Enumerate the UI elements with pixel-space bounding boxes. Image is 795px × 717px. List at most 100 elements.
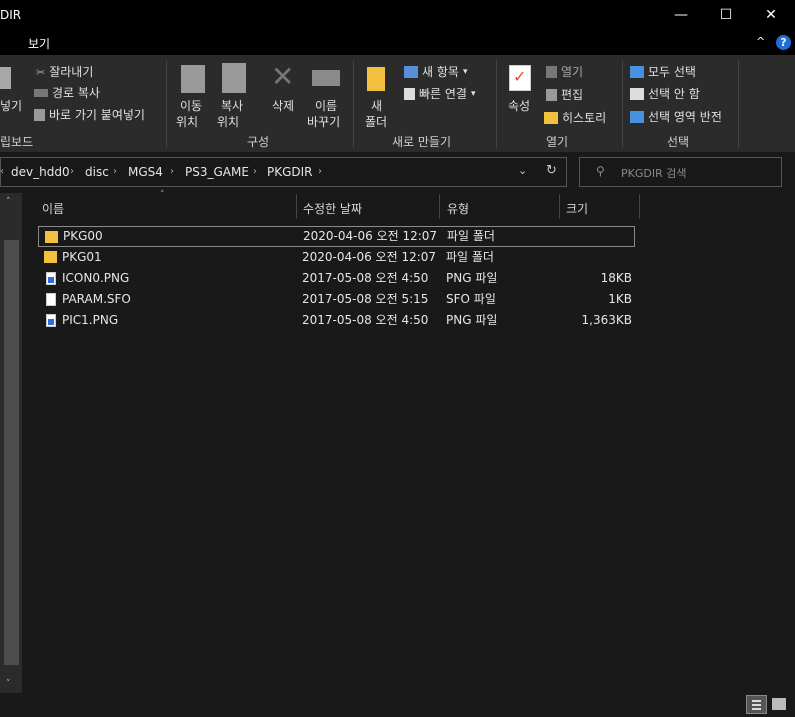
delete-icon[interactable]: ✕ xyxy=(271,62,294,92)
search-placeholder: PKGDIR 검색 xyxy=(621,167,687,180)
maximize-button[interactable]: ☐ xyxy=(703,0,749,31)
select-all-label: 모두 선택 xyxy=(648,65,696,79)
column-divider[interactable] xyxy=(559,194,560,219)
chevron-right-icon: › xyxy=(113,166,117,177)
path-icon xyxy=(34,88,48,97)
scroll-up-icon[interactable]: ˄ xyxy=(6,197,11,207)
breadcrumb-item[interactable]: PKGDIR xyxy=(267,165,313,179)
copy-to-line1[interactable]: 복사 xyxy=(221,97,243,114)
select-none-icon xyxy=(630,87,644,100)
file-size: 1KB xyxy=(608,292,632,306)
file-name[interactable]: PKG01 xyxy=(62,247,102,268)
copy-to-line2[interactable]: 위치 xyxy=(217,113,239,130)
open-button[interactable]: 열기 xyxy=(546,63,583,80)
search-icon: ⚲ xyxy=(596,164,605,178)
new-folder-line2[interactable]: 폴더 xyxy=(365,113,387,130)
details-view-icon[interactable] xyxy=(746,695,767,714)
window-title: DIR xyxy=(0,8,22,22)
history-icon xyxy=(544,111,558,124)
folder-icon xyxy=(45,231,58,243)
breadcrumb-item[interactable]: dev_hdd0 xyxy=(11,165,70,179)
file-name[interactable]: ICON0.PNG xyxy=(62,268,129,289)
column-header-modified[interactable]: 수정한 날짜 xyxy=(303,200,362,217)
select-all-button[interactable]: 모두 선택 xyxy=(630,63,696,80)
table-row[interactable]: PKG00 2020-04-06 오전 12:07 파일 폴더 xyxy=(38,226,635,247)
paste-icon[interactable] xyxy=(0,67,11,89)
refresh-icon[interactable]: ↻ xyxy=(546,163,557,178)
minimize-button[interactable]: — xyxy=(658,0,704,31)
help-icon[interactable]: ? xyxy=(776,35,791,50)
select-none-label: 선택 안 함 xyxy=(648,87,700,101)
file-icon xyxy=(46,293,56,306)
paste-shortcut-label: 바로 가기 붙여넣기 xyxy=(49,108,145,122)
properties-icon[interactable]: ✓ xyxy=(509,65,531,91)
status-bar xyxy=(0,693,795,717)
breadcrumb-item[interactable]: MGS4 xyxy=(128,165,163,179)
file-type: 파일 폴더 xyxy=(446,250,494,264)
collapse-ribbon-icon[interactable]: ^ xyxy=(756,35,765,48)
breadcrumb-item[interactable]: PS3_GAME xyxy=(185,165,249,179)
table-row[interactable]: ICON0.PNG 2017-05-08 오전 4:50 PNG 파일 18KB xyxy=(38,268,635,289)
chevron-right-icon: › xyxy=(170,166,174,177)
ribbon-divider xyxy=(622,60,623,148)
easy-access-button[interactable]: 빠른 연결 ▾ xyxy=(404,85,476,102)
cut-button[interactable]: ✂ 잘라내기 xyxy=(36,63,93,80)
history-dropdown-icon[interactable]: ⌄ xyxy=(518,164,527,177)
table-row[interactable]: PKG01 2020-04-06 오전 12:07 파일 폴더 xyxy=(38,247,635,268)
table-row[interactable]: PARAM.SFO 2017-05-08 오전 5:15 SFO 파일 1KB xyxy=(38,289,635,310)
column-divider[interactable] xyxy=(439,194,440,219)
paste-button[interactable]: 넣기 xyxy=(0,97,22,114)
tab-view[interactable]: 보기 xyxy=(28,35,50,52)
group-label-clipboard: 립보드 xyxy=(0,135,34,149)
column-header-size[interactable]: 크기 xyxy=(566,200,588,217)
close-button[interactable]: ✕ xyxy=(748,0,794,31)
column-divider[interactable] xyxy=(639,194,640,219)
move-to-line2[interactable]: 위치 xyxy=(176,113,198,130)
large-icons-view-icon[interactable] xyxy=(772,698,786,710)
move-to-line1[interactable]: 이동 xyxy=(180,97,202,114)
properties-button[interactable]: 속성 xyxy=(508,97,530,114)
chevron-left-icon: ‹ xyxy=(0,166,4,177)
breadcrumb-item[interactable]: disc xyxy=(85,165,109,179)
select-none-button[interactable]: 선택 안 함 xyxy=(630,85,700,102)
new-folder-line1[interactable]: 새 xyxy=(371,97,382,114)
nav-scrollbar-thumb[interactable] xyxy=(4,240,19,665)
chevron-right-icon: › xyxy=(318,166,322,177)
cut-label: 잘라내기 xyxy=(49,65,94,79)
scroll-down-icon[interactable]: ˅ xyxy=(6,679,11,689)
copy-to-icon[interactable] xyxy=(222,63,246,93)
rename-line1[interactable]: 이름 xyxy=(315,97,337,114)
open-icon xyxy=(546,65,557,78)
move-to-icon[interactable] xyxy=(181,65,205,93)
group-label-open: 열기 xyxy=(546,135,569,149)
file-modified: 2017-05-08 오전 4:50 xyxy=(302,271,429,285)
file-type: PNG 파일 xyxy=(446,271,498,285)
chevron-right-icon: › xyxy=(253,166,257,177)
column-header-name[interactable]: 이름 xyxy=(42,200,64,217)
file-name[interactable]: PKG00 xyxy=(63,226,103,247)
new-item-button[interactable]: 새 항목 ▾ xyxy=(404,63,467,80)
history-label: 히스토리 xyxy=(562,111,607,125)
file-type: SFO 파일 xyxy=(446,292,496,306)
invert-selection-label: 선택 영역 반전 xyxy=(648,110,722,124)
rename-line2[interactable]: 바꾸기 xyxy=(307,113,340,130)
file-name[interactable]: PIC1.PNG xyxy=(62,310,118,331)
checkmark-icon: ✓ xyxy=(513,67,527,86)
delete-button[interactable]: 삭제 xyxy=(272,97,294,114)
column-divider[interactable] xyxy=(296,194,297,219)
invert-selection-button[interactable]: 선택 영역 반전 xyxy=(630,108,722,125)
ribbon-divider xyxy=(166,60,167,148)
new-folder-icon[interactable] xyxy=(367,67,385,91)
group-label-new: 새로 만들기 xyxy=(392,135,452,149)
history-button[interactable]: 히스토리 xyxy=(544,109,606,126)
rename-icon[interactable] xyxy=(312,70,340,86)
table-row[interactable]: PIC1.PNG 2017-05-08 오전 4:50 PNG 파일 1,363… xyxy=(38,310,635,331)
group-label-select: 선택 xyxy=(667,135,690,149)
ribbon-divider xyxy=(496,60,497,148)
column-header-type[interactable]: 유형 xyxy=(447,200,469,217)
file-name[interactable]: PARAM.SFO xyxy=(62,289,131,310)
paste-shortcut-button[interactable]: 바로 가기 붙여넣기 xyxy=(34,106,145,123)
edit-button[interactable]: 편집 xyxy=(546,86,583,103)
copy-path-button[interactable]: 경로 복사 xyxy=(34,84,100,101)
new-item-icon xyxy=(404,65,418,78)
